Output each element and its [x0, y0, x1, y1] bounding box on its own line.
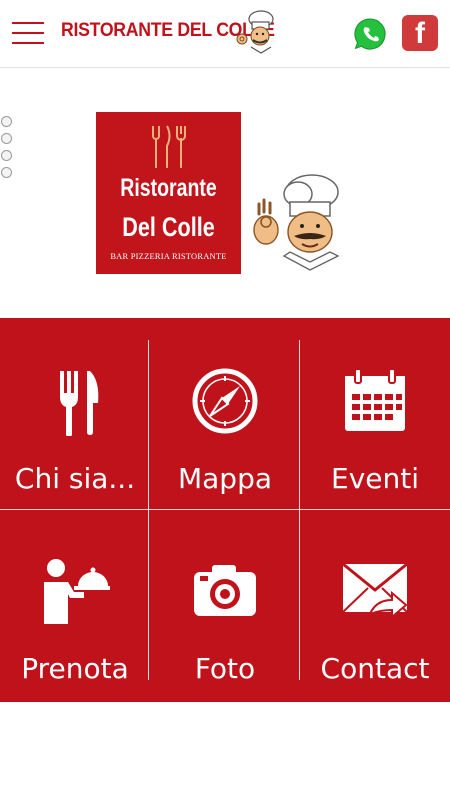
envelope-icon: [342, 562, 408, 620]
camera-icon: [194, 565, 256, 616]
menu-item-contact[interactable]: Contact: [300, 518, 450, 688]
slider-dot[interactable]: [1, 150, 12, 161]
app-header: RISTORANTE DEL COLLE f: [0, 0, 450, 68]
menu-grid: Chi sia... Mappa Eventi Prenota Foto Con…: [0, 318, 450, 702]
waiter-cloche-icon: [44, 559, 110, 624]
menu-item-mappa[interactable]: Mappa: [150, 328, 300, 498]
cutlery-logo-icon: [152, 125, 186, 168]
slider-dot[interactable]: [1, 116, 12, 127]
logo-title-line1: Ristorante: [120, 174, 217, 202]
menu-item-label: Foto: [194, 652, 256, 685]
facebook-glyph: f: [415, 17, 425, 50]
slider-dot[interactable]: [1, 167, 12, 178]
cutlery-icon: [60, 371, 99, 436]
hamburger-menu-icon[interactable]: [12, 22, 44, 44]
grid-divider: [0, 509, 450, 510]
logo-title-line2: Del Colle: [122, 212, 215, 242]
menu-item-label: Mappa: [177, 462, 273, 495]
compass-icon: [192, 368, 258, 434]
menu-item-foto[interactable]: Foto: [150, 518, 300, 688]
slider-dots: [1, 116, 12, 184]
menu-item-label: Chi sia...: [14, 462, 136, 495]
menu-item-prenota[interactable]: Prenota: [0, 518, 150, 688]
facebook-icon[interactable]: f: [402, 15, 438, 51]
restaurant-logo: Ristorante Del Colle BAR PIZZERIA RISTOR…: [96, 112, 241, 274]
menu-item-chi-siamo[interactable]: Chi sia...: [0, 328, 150, 498]
menu-item-eventi[interactable]: Eventi: [300, 328, 450, 498]
chef-mascot-icon: [236, 10, 274, 54]
chef-illustration: [253, 174, 340, 271]
menu-item-label: Prenota: [21, 652, 129, 685]
logo-subtitle: BAR PIZZERIA RISTORANTE: [110, 251, 227, 261]
calendar-icon: [345, 368, 405, 431]
whatsapp-icon[interactable]: [352, 16, 388, 52]
slider-dot[interactable]: [1, 133, 12, 144]
menu-item-label: Eventi: [331, 462, 419, 495]
menu-item-label: Contact: [320, 652, 430, 685]
